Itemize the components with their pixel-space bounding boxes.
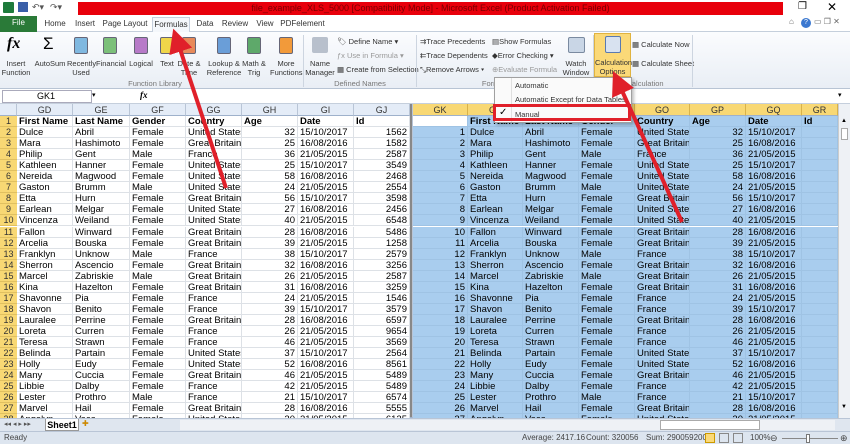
arrow-to-formulas-tab (169, 28, 228, 189)
arrow-to-calculation-options (612, 71, 684, 223)
annotation-arrows (169, 28, 684, 223)
